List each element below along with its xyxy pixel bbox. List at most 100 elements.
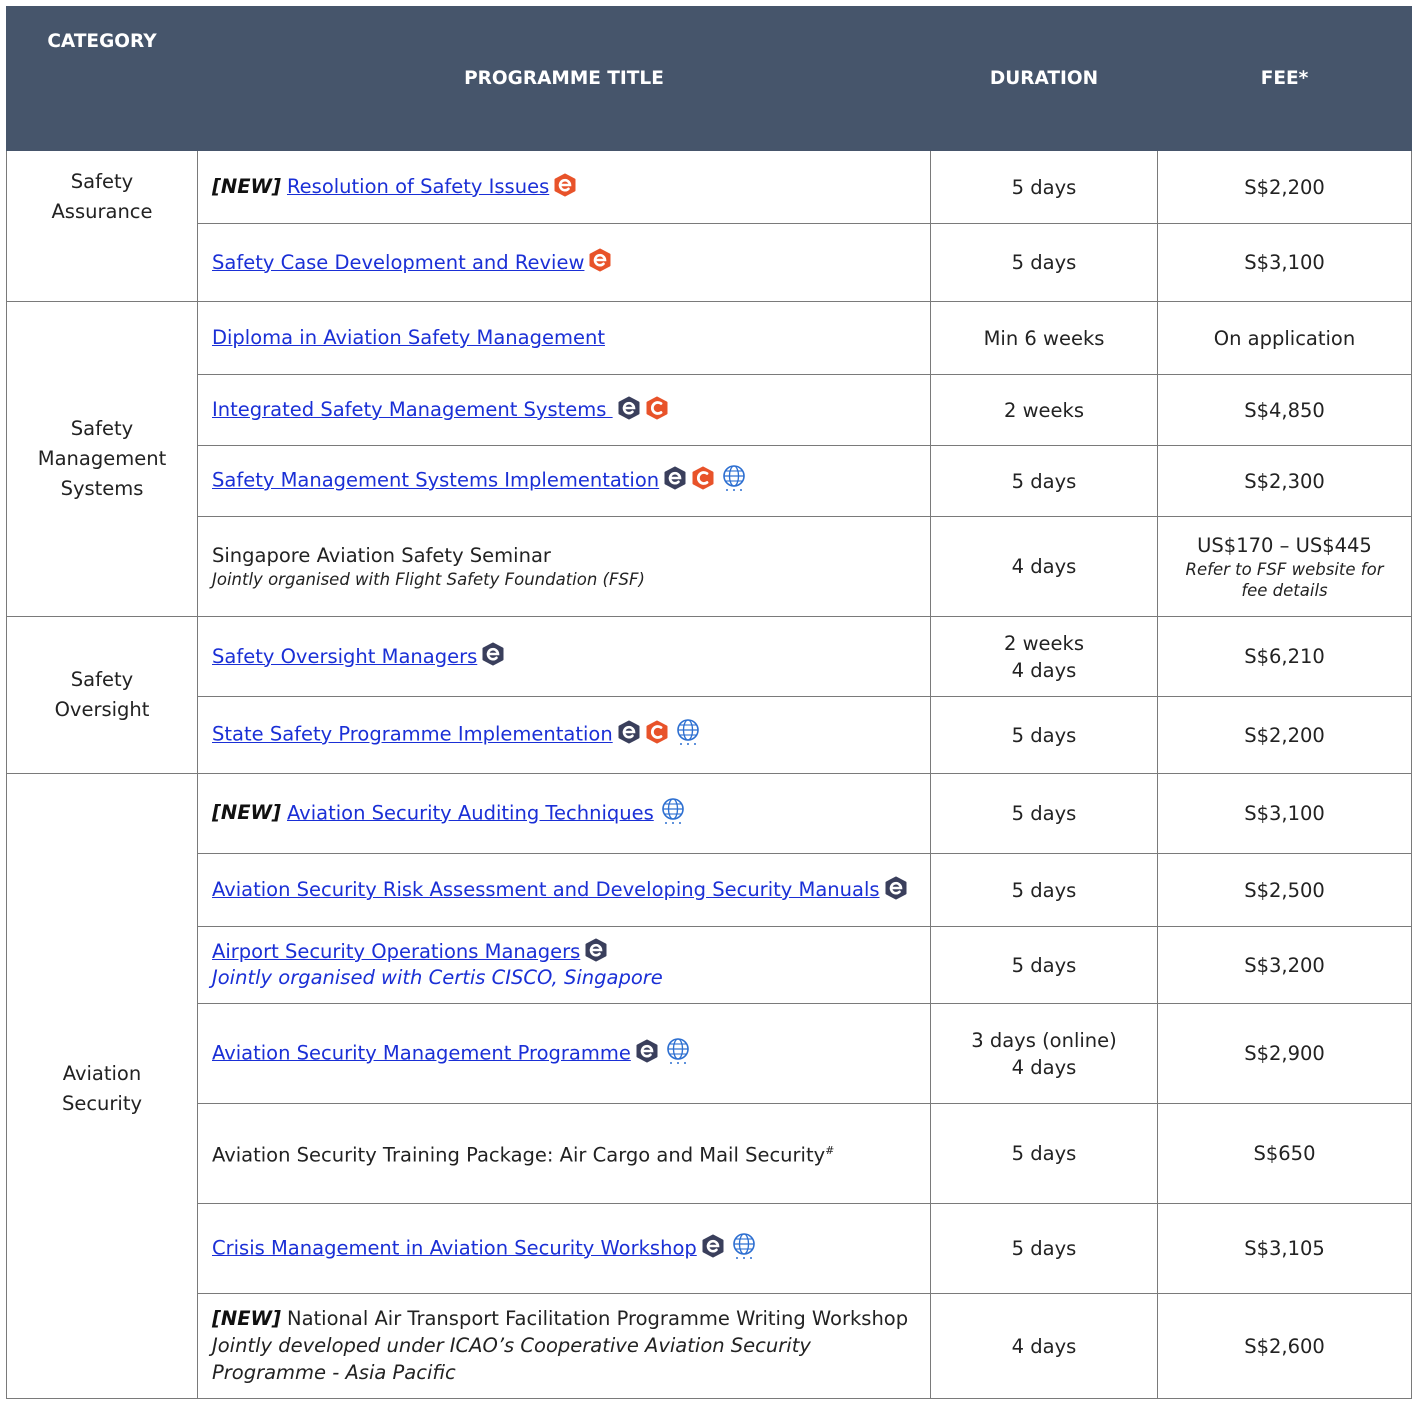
- category-line: Management: [37, 447, 167, 470]
- duration-value: 5 days: [1011, 1142, 1077, 1165]
- fee-cell: S$3,200: [1157, 926, 1412, 1004]
- programme-title-cell: Aviation Security Management Programme: [197, 1003, 931, 1104]
- programme-link[interactable]: Safety Oversight Managers: [212, 645, 477, 668]
- fee-value: S$2,300: [1244, 469, 1325, 493]
- category-line: Safety: [70, 417, 134, 440]
- programme-link[interactable]: Safety Case Development and Review: [212, 251, 584, 274]
- programme-title-cell: Safety Oversight Managers: [197, 616, 931, 697]
- e-dark-icon-graphic: [618, 396, 640, 419]
- programme-link[interactable]: Aviation Security Auditing Techniques: [287, 801, 654, 824]
- programme-title-cell: Singapore Aviation Safety Seminar Jointly…: [197, 516, 931, 617]
- duration-cell: 5 days: [930, 1103, 1158, 1204]
- fee-cell: S$4,850: [1157, 374, 1412, 446]
- globe-icon: [719, 463, 749, 493]
- c-orange-icon-graphic: [692, 466, 714, 490]
- globe-icon: [673, 717, 703, 747]
- globe-icon-graphic: [676, 719, 699, 745]
- e-orange-icon-graphic: [589, 248, 611, 272]
- duration-value: 4 days: [1011, 658, 1077, 682]
- e-dark-icon-graphic: [885, 876, 907, 899]
- programme-title: National Air Transport Facilitation Prog…: [286, 1307, 909, 1330]
- category-label: Safety Assurance: [21, 167, 183, 227]
- programme-title-cell: State Safety Programme Implementation: [197, 696, 931, 774]
- table-row: Integrated Safety Management Systems 2 w…: [7, 374, 1412, 446]
- duration-cell: 5 days: [930, 1203, 1158, 1294]
- programme-table: CATEGORY PROGRAMME TITLE DURATION FEE* S…: [6, 6, 1412, 1399]
- duration-value: 2 weeks: [1004, 631, 1084, 655]
- duration-cell: 5 days: [930, 773, 1158, 854]
- programme-title: Singapore Aviation Safety Seminar: [212, 543, 551, 567]
- e-dark-icon: [617, 396, 641, 420]
- table-row: Singapore Aviation Safety Seminar Jointly…: [7, 516, 1412, 617]
- table-row: Aviation Security [NEW] Aviation Security A…: [6, 773, 1412, 1399]
- fee-note: Refer to FSF website for fee details: [1185, 560, 1384, 600]
- category-label: Aviation Security: [21, 1059, 183, 1119]
- header-duration: DURATION: [930, 6, 1158, 151]
- duration-cell: 5 days: [930, 853, 1158, 927]
- globe-icon: [663, 1036, 693, 1066]
- e-orange-icon: [553, 173, 577, 197]
- category-line: Security: [61, 1092, 143, 1115]
- duration-cell: 3 days (online) 4 days: [930, 1003, 1158, 1104]
- programme-link[interactable]: Diploma in Aviation Safety Management: [212, 326, 605, 349]
- c-orange-icon: [691, 466, 715, 490]
- duration-value: 5 days: [1011, 175, 1077, 199]
- category-line: Assurance: [51, 200, 153, 223]
- header-fee: FEE*: [1157, 6, 1412, 151]
- table-header-row: CATEGORY PROGRAMME TITLE DURATION FEE*: [6, 6, 1412, 151]
- new-tag: [NEW]: [212, 175, 281, 198]
- new-tag: [NEW]: [212, 1307, 281, 1330]
- fee-value: S$2,600: [1244, 1334, 1325, 1358]
- fee-cell: S$650: [1157, 1103, 1412, 1204]
- table-row: Safety Management Systems Implementation…: [7, 445, 1412, 517]
- fee-cell: S$2,300: [1157, 445, 1412, 517]
- programme-link[interactable]: State Safety Programme Implementation: [212, 723, 613, 746]
- fee-cell: S$6,210: [1157, 616, 1412, 697]
- duration-cell: 5 days: [930, 445, 1158, 517]
- fee-cell: S$2,200: [1157, 696, 1412, 774]
- programme-link[interactable]: Safety Management Systems Implementation: [212, 469, 659, 492]
- fee-cell: S$2,200: [1157, 150, 1412, 224]
- duration-value: 5 days: [1011, 802, 1077, 825]
- footnote-mark: #: [825, 1144, 835, 1158]
- duration-value: 4 days: [1011, 555, 1077, 578]
- new-tag: [NEW]: [212, 801, 281, 824]
- programme-link[interactable]: Resolution of Safety Issues: [287, 175, 549, 198]
- fee-value: On application: [1213, 326, 1356, 350]
- category-label: Safety Management Systems: [21, 414, 183, 504]
- fee-value: S$2,200: [1244, 175, 1325, 199]
- duration-value: 5 days: [1011, 723, 1077, 747]
- e-dark-icon: [884, 876, 908, 900]
- table-row: Airport Security Operations Managers Join…: [7, 926, 1412, 1004]
- programme-link[interactable]: Aviation Security Management Programme: [212, 1041, 631, 1064]
- duration-cell: 2 weeks 4 days: [930, 616, 1158, 697]
- duration-cell: 4 days: [930, 516, 1158, 617]
- programme-link[interactable]: Aviation Security Risk Assessment and De…: [212, 878, 880, 901]
- fee-cell: US$170 – US$445 Refer to FSF website for …: [1157, 516, 1412, 617]
- duration-cell: Min 6 weeks: [930, 301, 1158, 375]
- programme-title: Aviation Security Training Package: Air …: [212, 1143, 826, 1167]
- fee-cell: S$2,900: [1157, 1003, 1412, 1104]
- programme-link[interactable]: Airport Security Operations Managers: [212, 940, 580, 963]
- programme-title-cell: Safety Management Systems Implementation: [197, 445, 931, 517]
- table-row: Aviation Security Risk Assessment and De…: [7, 853, 1412, 927]
- programme-note: Jointly developed under ICAO’s Cooperati…: [212, 1334, 811, 1384]
- programme-note: Jointly organised with Flight Safety Fou…: [212, 569, 645, 589]
- c-orange-icon: [645, 396, 669, 420]
- duration-value: Min 6 weeks: [983, 326, 1105, 350]
- programme-link[interactable]: Integrated Safety Management Systems: [212, 398, 613, 421]
- category-line: Systems: [60, 477, 144, 500]
- globe-icon-graphic: [661, 797, 684, 824]
- globe-icon: [729, 1231, 759, 1261]
- programme-link[interactable]: Crisis Management in Aviation Security W…: [212, 1236, 697, 1259]
- fee-cell: S$2,600: [1157, 1293, 1412, 1399]
- globe-icon-graphic: [732, 1232, 755, 1259]
- programme-title-cell: Integrated Safety Management Systems: [197, 374, 931, 446]
- table-row: Aviation Security Management Programme 3 …: [7, 1003, 1412, 1104]
- duration-cell: 4 days: [930, 1293, 1158, 1399]
- c-orange-icon: [645, 720, 669, 744]
- e-dark-icon-graphic: [585, 938, 607, 961]
- globe-icon: [658, 796, 688, 826]
- fee-cell: S$2,500: [1157, 853, 1412, 927]
- fee-value: S$2,500: [1244, 878, 1325, 902]
